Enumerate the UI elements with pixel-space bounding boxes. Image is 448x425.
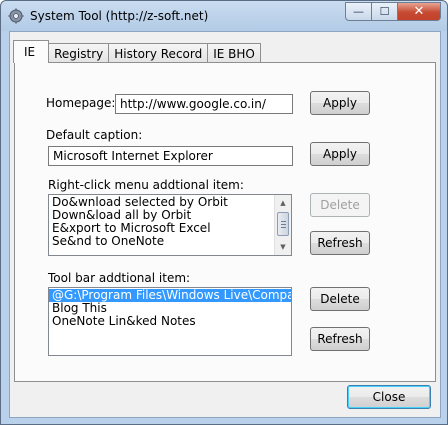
caption-buttons: — ☐ ✕ [345, 2, 441, 21]
tab-ie[interactable]: IE [13, 40, 50, 63]
list-item[interactable]: Down&load all by Orbit [49, 209, 291, 222]
list-item[interactable]: @G:\Program Files\Windows Live\Companion… [49, 289, 291, 302]
close-icon: ✕ [413, 4, 425, 19]
toolbar-refresh-button[interactable]: Refresh [310, 327, 370, 351]
default-caption-label: Default caption: [46, 128, 143, 142]
toolbar-items-list[interactable]: @G:\Program Files\Windows Live\Companion… [48, 287, 292, 356]
minimize-button[interactable]: — [345, 2, 371, 21]
close-window-button[interactable]: ✕ [397, 2, 441, 21]
homepage-label: Homepage: [46, 96, 116, 110]
scroll-thumb[interactable] [277, 212, 289, 236]
caption-apply-button[interactable]: Apply [310, 142, 370, 166]
list-item[interactable]: Se&nd to OneNote [49, 235, 291, 248]
rightclick-delete-button[interactable]: Delete [310, 193, 370, 217]
default-caption-input[interactable]: Microsoft Internet Explorer [48, 146, 293, 166]
list-item[interactable]: Blog This [49, 302, 291, 315]
gear-icon [8, 8, 24, 24]
system-tool-window: System Tool (http://z-soft.net) — ☐ ✕ IE… [0, 0, 448, 425]
homepage-input[interactable]: http://www.google.co.in/ [115, 94, 293, 114]
close-button[interactable]: Close [347, 385, 431, 409]
client-area: IE Registry History Record IE BHO Homepa… [9, 31, 441, 418]
scroll-up-icon[interactable]: ▲ [275, 195, 291, 211]
toolbar-items-label: Tool bar addtional item: [48, 271, 191, 285]
list-item[interactable]: OneNote Lin&ked Notes [49, 315, 291, 328]
scroll-down-icon[interactable]: ▼ [275, 239, 291, 255]
maximize-icon: ☐ [379, 5, 390, 18]
homepage-apply-button[interactable]: Apply [310, 91, 370, 115]
title-bar[interactable]: System Tool (http://z-soft.net) — ☐ ✕ [1, 1, 447, 31]
window-title: System Tool (http://z-soft.net) [30, 9, 209, 23]
tab-history-record[interactable]: History Record [108, 43, 209, 63]
rightclick-refresh-button[interactable]: Refresh [310, 231, 370, 255]
list-item[interactable]: E&xport to Microsoft Excel [49, 222, 291, 235]
tab-strip: IE Registry History Record IE BHO [13, 40, 261, 63]
maximize-button[interactable]: ☐ [371, 2, 397, 21]
ie-tab-panel: Homepage: http://www.google.co.in/ Apply… [14, 62, 436, 382]
rightclick-menu-list[interactable]: Do&wnload selected by Orbit Down&load al… [48, 194, 292, 256]
vertical-scrollbar[interactable]: ▲ ▼ [274, 195, 291, 255]
toolbar-delete-button[interactable]: Delete [310, 287, 370, 311]
minimize-icon: — [353, 5, 364, 18]
tab-ie-bho[interactable]: IE BHO [207, 43, 261, 63]
list-item[interactable]: Do&wnload selected by Orbit [49, 196, 291, 209]
tab-registry[interactable]: Registry [48, 43, 110, 63]
rightclick-menu-label: Right-click menu addtional item: [48, 178, 244, 192]
